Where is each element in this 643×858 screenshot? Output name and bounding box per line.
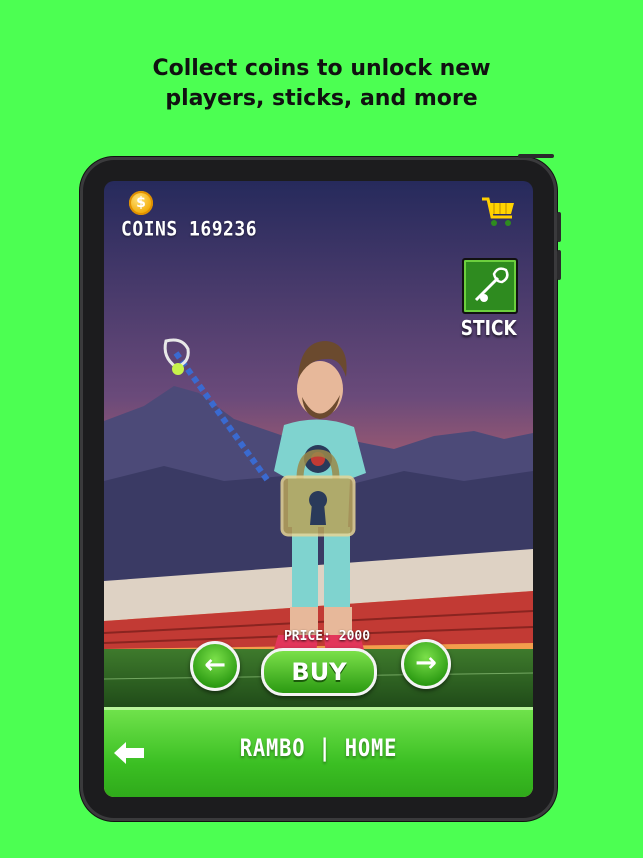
stick-category-button[interactable] — [462, 258, 518, 314]
price-label: PRICE: 2000 — [283, 629, 371, 644]
next-item-button[interactable]: → — [401, 639, 451, 689]
lacrosse-stick-icon — [474, 267, 509, 302]
tablet-volume-down — [557, 250, 561, 280]
buy-button[interactable]: BUY — [261, 648, 377, 696]
game-screen: $ COINS 169236 STICK PRICE: 2000 ← BUY →… — [104, 181, 533, 797]
bottom-bar: RAMBO | HOME — [104, 707, 533, 797]
tablet-volume-up — [557, 212, 561, 242]
player-location-title: RAMBO | HOME — [239, 734, 398, 762]
promo-headline-line2: players, sticks, and more — [165, 86, 478, 111]
promo-headline-line1: Collect coins to unlock new — [152, 56, 491, 81]
stick-category-label: STICK — [460, 316, 517, 340]
promo-headline: Collect coins to unlock new players, sti… — [0, 54, 643, 114]
tablet-top-button — [518, 154, 554, 158]
coin-icon: $ — [129, 191, 153, 215]
shopping-cart-icon[interactable] — [480, 193, 516, 229]
previous-item-button[interactable]: ← — [190, 641, 240, 691]
coins-counter: COINS 169236 — [121, 217, 258, 242]
